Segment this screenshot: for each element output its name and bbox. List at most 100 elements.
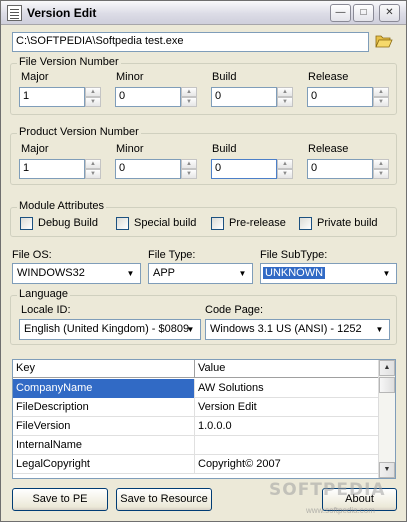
arrow-down-icon[interactable]: ▼ bbox=[373, 97, 389, 107]
product-build-spinner[interactable]: ▲ ▼ bbox=[277, 159, 293, 179]
row-value[interactable]: AW Solutions bbox=[195, 379, 379, 398]
table-row[interactable]: InternalName bbox=[13, 436, 379, 455]
arrow-down-icon[interactable]: ▼ bbox=[277, 169, 293, 179]
save-to-resource-button[interactable]: Save to Resource bbox=[116, 488, 212, 511]
module-attributes-legend: Module Attributes bbox=[17, 200, 106, 212]
file-build-spinner[interactable]: ▲ ▼ bbox=[277, 87, 293, 107]
file-os-select[interactable]: WINDOWS32 ▼ bbox=[12, 263, 141, 284]
row-key[interactable]: LegalCopyright bbox=[13, 455, 195, 474]
file-subtype-label: File SubType: bbox=[260, 249, 328, 261]
file-release-input[interactable]: 0 bbox=[307, 87, 373, 107]
product-build-input[interactable]: 0 bbox=[211, 159, 277, 179]
table-row[interactable]: FileDescription Version Edit bbox=[13, 398, 379, 417]
arrow-up-icon[interactable]: ▲ bbox=[373, 159, 389, 169]
file-os-value: WINDOWS32 bbox=[17, 267, 85, 279]
debug-build-checkbox[interactable]: Debug Build bbox=[20, 216, 110, 232]
version-info-table[interactable]: Key Value CompanyName AW Solutions FileD… bbox=[12, 359, 396, 479]
product-release-input[interactable]: 0 bbox=[307, 159, 373, 179]
table-header: Key Value bbox=[13, 360, 379, 378]
row-value[interactable]: Version Edit bbox=[195, 398, 379, 417]
language-legend: Language bbox=[17, 288, 70, 300]
key-column-header[interactable]: Key bbox=[13, 360, 195, 378]
special-build-checkbox[interactable]: Special build bbox=[116, 216, 206, 232]
row-value[interactable] bbox=[195, 436, 379, 455]
arrow-up-icon[interactable]: ▲ bbox=[277, 159, 293, 169]
close-icon: ✕ bbox=[385, 7, 394, 18]
code-page-select[interactable]: Windows 3.1 US (ANSI) - 1252 ▼ bbox=[205, 319, 390, 340]
file-path-input[interactable]: C:\SOFTPEDIA\Softpedia test.exe bbox=[12, 32, 369, 52]
file-version-legend: File Version Number bbox=[17, 56, 121, 68]
file-subtype-select[interactable]: UNKNOWN ▼ bbox=[260, 263, 397, 284]
arrow-down-icon[interactable]: ▼ bbox=[181, 97, 197, 107]
row-key[interactable]: InternalName bbox=[13, 436, 195, 455]
file-subtype-value: UNKNOWN bbox=[263, 267, 326, 279]
row-value[interactable]: Copyright© 2007 bbox=[195, 455, 379, 474]
arrow-up-icon[interactable]: ▲ bbox=[85, 159, 101, 169]
product-minor-input[interactable]: 0 bbox=[115, 159, 181, 179]
chevron-down-icon[interactable]: ▼ bbox=[182, 321, 199, 338]
chevron-down-icon[interactable]: ▼ bbox=[371, 321, 388, 338]
maximize-button[interactable]: □ bbox=[353, 4, 374, 22]
table-row[interactable]: FileVersion 1.0.0.0 bbox=[13, 417, 379, 436]
checkbox-box[interactable] bbox=[116, 217, 129, 230]
arrow-up-icon[interactable]: ▲ bbox=[181, 159, 197, 169]
row-key[interactable]: FileDescription bbox=[13, 398, 195, 417]
arrow-down-icon[interactable]: ▼ bbox=[277, 97, 293, 107]
minimize-button[interactable]: — bbox=[330, 4, 351, 22]
open-folder-icon[interactable] bbox=[375, 33, 393, 49]
chevron-down-icon[interactable]: ▼ bbox=[122, 265, 139, 282]
title-bar[interactable]: Version Edit — □ ✕ bbox=[1, 1, 406, 25]
locale-id-value: English (United Kingdom) - $0809 bbox=[24, 323, 190, 335]
file-build-label: Build bbox=[212, 71, 237, 83]
file-major-spinner[interactable]: ▲ ▼ bbox=[85, 87, 101, 107]
product-major-label: Major bbox=[21, 143, 49, 155]
file-major-input[interactable]: 1 bbox=[19, 87, 85, 107]
locale-id-select[interactable]: English (United Kingdom) - $0809 ▼ bbox=[19, 319, 201, 340]
product-major-spinner[interactable]: ▲ ▼ bbox=[85, 159, 101, 179]
file-build-input[interactable]: 0 bbox=[211, 87, 277, 107]
product-minor-spinner[interactable]: ▲ ▼ bbox=[181, 159, 197, 179]
save-to-pe-button[interactable]: Save to PE bbox=[12, 488, 108, 511]
document-icon bbox=[7, 5, 22, 21]
table-row[interactable]: LegalCopyright Copyright© 2007 bbox=[13, 455, 379, 474]
arrow-up-icon[interactable]: ▲ bbox=[277, 87, 293, 97]
row-key[interactable]: CompanyName bbox=[13, 379, 195, 398]
arrow-down-icon[interactable]: ▼ bbox=[373, 169, 389, 179]
row-value[interactable]: 1.0.0.0 bbox=[195, 417, 379, 436]
file-type-value: APP bbox=[153, 267, 176, 279]
private-build-checkbox[interactable]: Private build bbox=[299, 216, 389, 232]
product-version-legend: Product Version Number bbox=[17, 126, 141, 138]
checkbox-box[interactable] bbox=[299, 217, 312, 230]
arrow-up-icon[interactable]: ▲ bbox=[373, 87, 389, 97]
product-release-spinner[interactable]: ▲ ▼ bbox=[373, 159, 389, 179]
file-minor-spinner[interactable]: ▲ ▼ bbox=[181, 87, 197, 107]
file-type-label: File Type: bbox=[148, 249, 196, 261]
arrow-down-icon[interactable]: ▼ bbox=[181, 169, 197, 179]
debug-build-label: Debug Build bbox=[38, 217, 98, 229]
chevron-down-icon[interactable]: ▼ bbox=[378, 265, 395, 282]
arrow-up-icon[interactable]: ▲ bbox=[85, 87, 101, 97]
product-major-input[interactable]: 1 bbox=[19, 159, 85, 179]
arrow-up-icon[interactable]: ▲ bbox=[181, 87, 197, 97]
file-type-select[interactable]: APP ▼ bbox=[148, 263, 253, 284]
file-release-spinner[interactable]: ▲ ▼ bbox=[373, 87, 389, 107]
row-key[interactable]: FileVersion bbox=[13, 417, 195, 436]
table-scrollbar[interactable]: ▲ ▼ bbox=[378, 360, 395, 478]
product-release-label: Release bbox=[308, 143, 349, 155]
close-button[interactable]: ✕ bbox=[379, 4, 400, 22]
scroll-up-icon[interactable]: ▲ bbox=[379, 360, 395, 376]
scroll-down-icon[interactable]: ▼ bbox=[379, 462, 395, 478]
arrow-down-icon[interactable]: ▼ bbox=[85, 97, 101, 107]
product-minor-label: Minor bbox=[116, 143, 144, 155]
checkbox-box[interactable] bbox=[211, 217, 224, 230]
table-row[interactable]: CompanyName AW Solutions bbox=[13, 379, 379, 398]
pre-release-label: Pre-release bbox=[229, 217, 286, 229]
pre-release-checkbox[interactable]: Pre-release bbox=[211, 216, 291, 232]
file-minor-input[interactable]: 0 bbox=[115, 87, 181, 107]
checkbox-box[interactable] bbox=[20, 217, 33, 230]
minimize-icon: — bbox=[335, 7, 346, 18]
scroll-thumb[interactable] bbox=[379, 377, 395, 393]
value-column-header[interactable]: Value bbox=[195, 360, 379, 378]
chevron-down-icon[interactable]: ▼ bbox=[234, 265, 251, 282]
arrow-down-icon[interactable]: ▼ bbox=[85, 169, 101, 179]
